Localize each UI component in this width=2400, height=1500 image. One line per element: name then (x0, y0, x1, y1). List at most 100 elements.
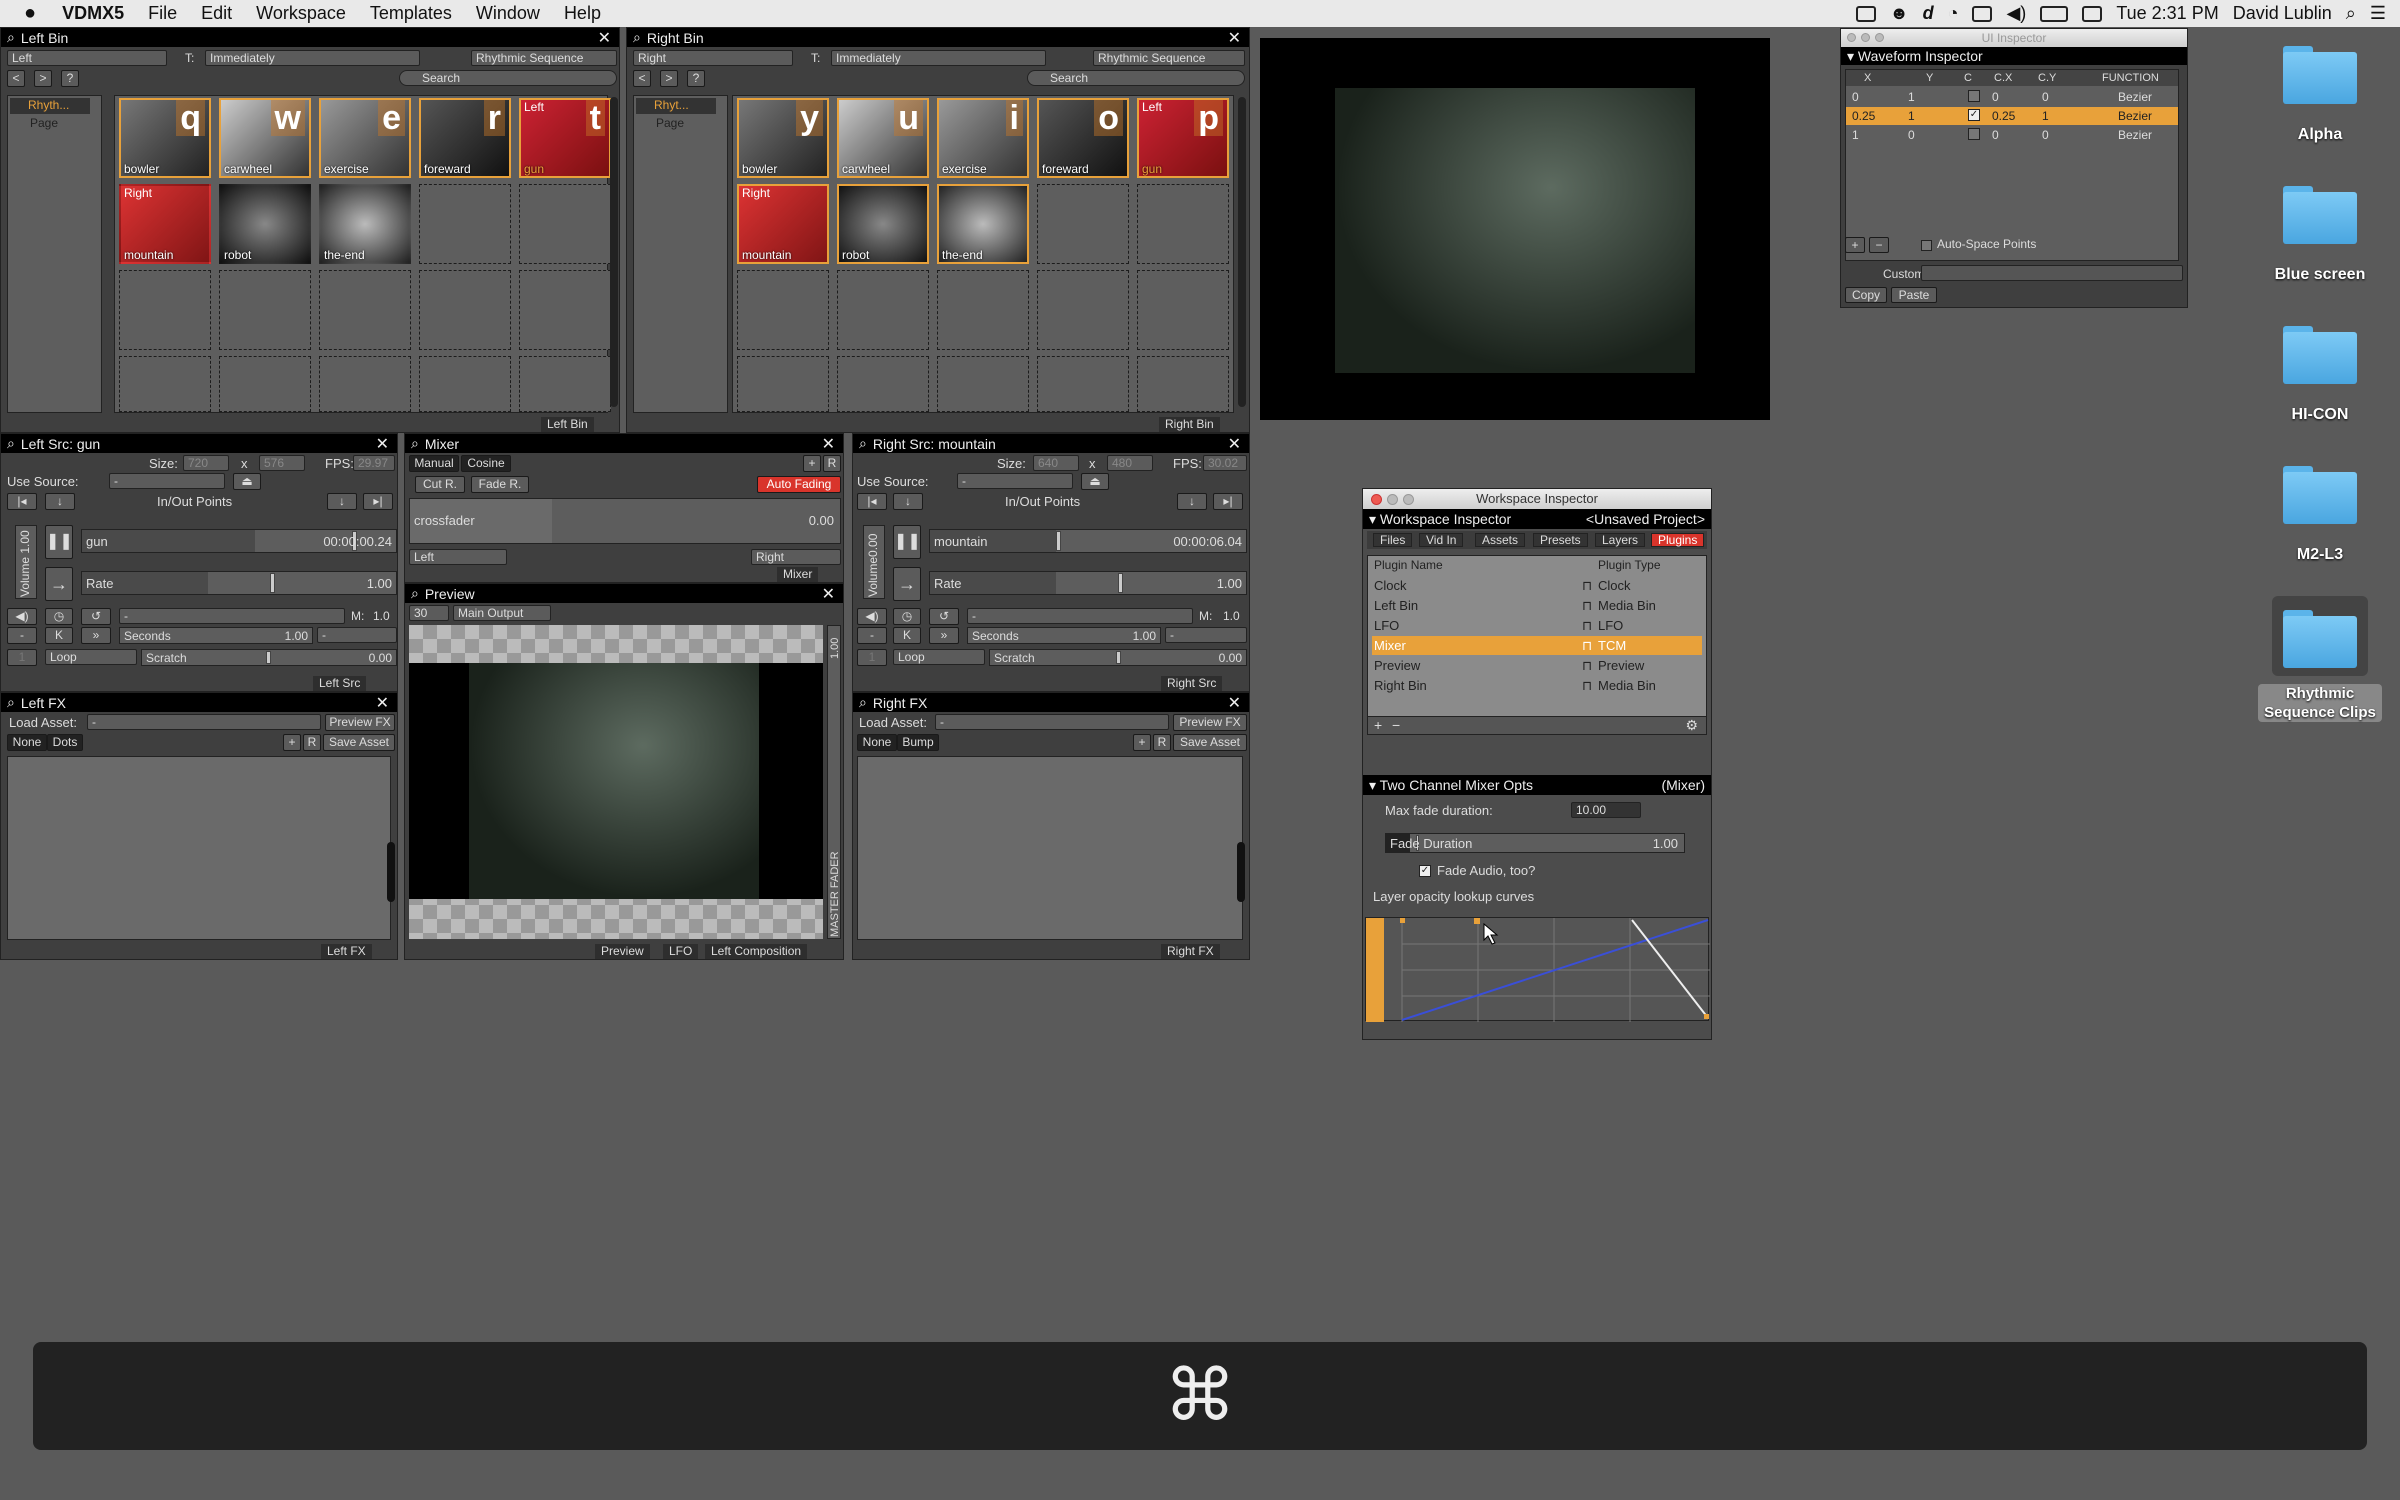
close-icon[interactable]: ✕ (822, 434, 835, 454)
seconds-slider[interactable]: Seconds 1.00 (967, 627, 1161, 644)
mode-select[interactable]: Rhythmic Sequence (1093, 50, 1245, 66)
down-button[interactable]: ↓ (893, 493, 923, 510)
owl-icon[interactable]: ☻ (1890, 3, 1909, 24)
in-point-button[interactable]: |◂ (7, 493, 37, 510)
clip-slot[interactable] (837, 270, 929, 350)
auto-fading-button[interactable]: Auto Fading (757, 476, 841, 493)
clip-thumb[interactable]: i exercise (937, 98, 1029, 178)
seconds-slider[interactable]: Seconds 1.00 (119, 627, 313, 644)
fx-none-button[interactable]: None (7, 734, 47, 751)
back-button[interactable]: < (7, 70, 25, 87)
loop-select[interactable]: Loop (893, 649, 985, 665)
width-field[interactable]: 640 (1033, 455, 1079, 471)
clip-slot[interactable] (319, 356, 411, 412)
close-icon[interactable]: ✕ (376, 693, 389, 713)
clip-slot[interactable] (737, 356, 829, 412)
rate-slider[interactable]: Rate 1.00 (81, 571, 397, 595)
loop-icon[interactable]: ↺ (81, 608, 111, 625)
clip-thumb[interactable]: robot (837, 184, 929, 264)
manual-button[interactable]: Manual (409, 455, 459, 472)
timer-icon[interactable]: ◷ (45, 608, 73, 625)
out-point-button[interactable]: ▸| (363, 493, 393, 510)
help-button[interactable]: ? (687, 70, 705, 87)
clip-thumb[interactable]: r foreward (419, 98, 511, 178)
clip-slot[interactable] (519, 270, 611, 350)
list-item[interactable]: Rhyt... (636, 98, 716, 114)
crossfader-slider[interactable]: crossfader 0.00 (409, 498, 841, 544)
clip-slot[interactable] (419, 184, 511, 264)
footer-tab-preview[interactable]: Preview (595, 944, 650, 959)
desktop-folder[interactable]: HI-CON (2270, 326, 2370, 426)
spotlight-icon[interactable]: ⌕ (2346, 3, 2356, 24)
close-icon[interactable]: ✕ (1228, 693, 1241, 713)
tab-assets[interactable]: Assets (1475, 533, 1526, 547)
add-fx-button[interactable]: + (1133, 734, 1151, 751)
clip-slot[interactable] (837, 356, 929, 412)
fps-field[interactable]: 29.97 (353, 455, 395, 471)
max-fade-field[interactable]: 10.00 (1571, 802, 1641, 818)
minimize-icon[interactable] (1861, 33, 1870, 42)
cell-y[interactable]: 1 (1908, 109, 1915, 123)
clip-slot[interactable] (1137, 270, 1229, 350)
clip-thumb[interactable]: Right mountain (737, 184, 829, 264)
search-icon[interactable]: ⌕ (7, 435, 15, 452)
clip-slot[interactable] (937, 270, 1029, 350)
notification-icon[interactable]: ☰ (2370, 3, 2386, 24)
slider-knob[interactable] (266, 651, 271, 664)
add-plugin-icon[interactable]: + (1374, 717, 1382, 733)
cell-cy[interactable]: 1 (2042, 109, 2049, 123)
direction-button[interactable]: → (893, 567, 921, 601)
fade-audio-checkbox[interactable]: ✓ (1419, 865, 1431, 877)
slider-knob[interactable] (1116, 651, 1121, 664)
right-select[interactable]: Right (751, 549, 841, 565)
scrollbar[interactable] (1237, 842, 1245, 902)
slider-knob[interactable] (1118, 573, 1123, 593)
fast-forward-button[interactable]: » (929, 627, 959, 644)
table-row[interactable]: Clock ⊓ Clock (1372, 576, 1702, 595)
table-row[interactable]: Mixer ⊓ TCM (1372, 636, 1702, 655)
cell-x[interactable]: 1 (1852, 128, 1859, 142)
menu-edit[interactable]: Edit (189, 3, 244, 24)
clip-slot[interactable] (219, 270, 311, 350)
clip-slot[interactable] (119, 270, 211, 350)
clip-slot[interactable] (1137, 184, 1229, 264)
function-select[interactable]: Bezier (2118, 128, 2152, 142)
cell-cx[interactable]: 0 (1992, 90, 1999, 104)
save-asset-button[interactable]: Save Asset (323, 734, 395, 751)
clip-thumb[interactable]: w carwheel (219, 98, 311, 178)
checkbox[interactable]: ✓ (1968, 109, 1980, 121)
menu-workspace[interactable]: Workspace (244, 3, 358, 24)
source-select[interactable]: - (109, 473, 225, 489)
forward-button[interactable]: > (660, 70, 678, 87)
table-row[interactable]: Right Bin ⊓ Media Bin (1372, 676, 1702, 695)
tab-plugins[interactable]: Plugins (1651, 533, 1705, 547)
clip-slot[interactable] (1037, 184, 1129, 264)
clip-slot[interactable] (319, 270, 411, 350)
curve-editor[interactable] (1365, 917, 1710, 1022)
battery-icon[interactable] (2040, 5, 2069, 22)
footer-tab-lfo[interactable]: LFO (663, 944, 699, 959)
clip-thumb[interactable]: e exercise (319, 98, 411, 178)
volume-icon[interactable]: ◀) (2006, 3, 2026, 24)
asset-select[interactable]: - (87, 714, 321, 730)
zoom-icon[interactable] (1875, 33, 1884, 42)
clip-thumb[interactable]: the-end (319, 184, 411, 264)
width-field[interactable]: 720 (183, 455, 229, 471)
mode-select[interactable]: Rhythmic Sequence (471, 50, 617, 66)
forward-button[interactable]: > (34, 70, 52, 87)
tab-vid-in[interactable]: Vid In (1419, 533, 1464, 547)
down-button[interactable]: ↓ (327, 493, 357, 510)
clip-slot[interactable] (419, 270, 511, 350)
seconds-select[interactable]: - (1165, 627, 1247, 643)
table-row[interactable]: LFO ⊓ LFO (1372, 616, 1702, 635)
clip-slot[interactable] (737, 270, 829, 350)
clip-slot[interactable] (419, 356, 511, 412)
back-button[interactable]: < (633, 70, 651, 87)
loop-select[interactable]: Loop (45, 649, 137, 665)
curve-point[interactable] (1400, 918, 1405, 923)
add-button[interactable]: + (803, 455, 821, 472)
scratch-slider[interactable]: Scratch 0.00 (141, 649, 397, 666)
clip-slot[interactable] (1037, 356, 1129, 412)
menu-file[interactable]: File (136, 3, 189, 24)
out-point-button[interactable]: ▸| (1213, 493, 1243, 510)
